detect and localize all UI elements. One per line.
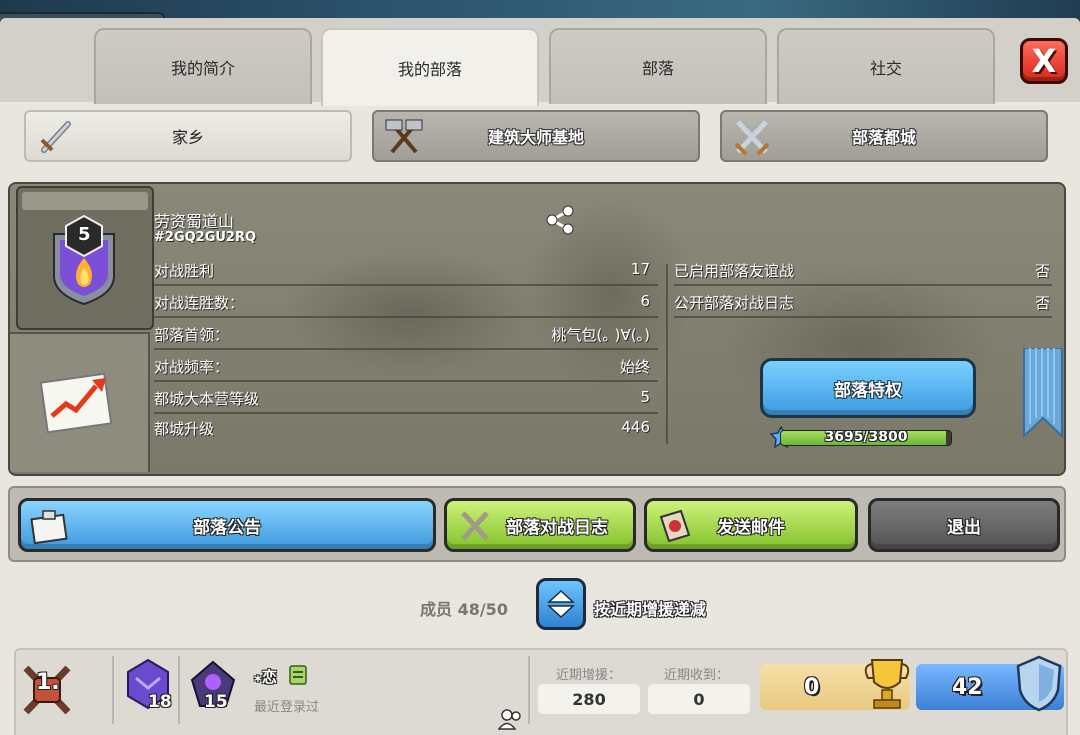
trophy-icon — [864, 659, 910, 709]
sort-toggle-button[interactable] — [536, 578, 586, 630]
stat-war-wins-label: 对战胜利 — [154, 262, 215, 280]
member-rank-badge-icon — [289, 665, 307, 685]
stat-war-wins-value: 17 — [630, 260, 650, 278]
stat-friendly-wars-value: 否 — [1034, 262, 1050, 280]
button-label: 退出 — [947, 517, 981, 538]
tab-label: 我的部落 — [397, 60, 462, 79]
stat-capital-hall-value: 5 — [640, 388, 650, 406]
share-icon[interactable] — [544, 204, 576, 236]
button-label: 部落特权 — [834, 380, 902, 401]
subtab-label: 家乡 — [171, 128, 204, 147]
member-rank: 1. — [36, 670, 60, 695]
crossed-hammers-icon — [385, 119, 423, 154]
sort-label: 按近期增援递减 — [594, 600, 707, 619]
tab-bar: 我的简介 我的部落 部落 社交 X — [0, 18, 1080, 106]
tab-my-clan[interactable]: 我的部落 — [321, 28, 539, 106]
trend-frame — [10, 332, 150, 472]
stat-public-warlog-label: 公开部落对战日志 — [674, 294, 795, 312]
close-button[interactable]: X — [1020, 38, 1068, 84]
send-mail-button[interactable]: 发送邮件 — [644, 498, 858, 552]
chart-trend-icon — [40, 372, 113, 434]
subtab-label: 建筑大师基地 — [487, 128, 584, 147]
stat-capital-upgrades-label: 都城升级 — [154, 420, 215, 438]
tab-clans[interactable]: 部落 — [549, 28, 767, 104]
subtab-home-village[interactable]: 家乡 — [24, 110, 352, 162]
member-town-hall-level: 15 — [204, 692, 228, 712]
tab-social[interactable]: 社交 — [777, 28, 995, 104]
member-row[interactable]: 1. 18 15 ⁎恋 最近登录过 近期增援： 280 近期收到： 0 0 42 — [14, 648, 1068, 735]
clan-perks-button[interactable]: 部落特权 — [760, 358, 976, 418]
stat-war-frequency-value: 始终 — [619, 358, 650, 376]
stat-leader-label: 部落首领： — [154, 326, 230, 344]
close-icon: X — [1031, 42, 1057, 80]
donations-value: 280 — [538, 684, 640, 714]
stat-war-frequency-label: 对战频率： — [154, 358, 230, 376]
note-icon — [30, 510, 68, 545]
sort-arrows-icon — [547, 589, 575, 619]
stat-capital-upgrades-value: 446 — [621, 418, 650, 436]
tab-my-profile[interactable]: 我的简介 — [94, 28, 312, 104]
clan-badge-frame: 5 — [16, 186, 154, 330]
stat-leader-value: 桃气包(｡ )∀(｡) — [551, 326, 650, 344]
clan-announcement-button[interactable]: 部落公告 — [18, 498, 436, 552]
bookmark-ribbon-icon[interactable] — [1022, 348, 1064, 438]
tab-label: 部落 — [641, 59, 674, 78]
button-label: 部落对战日志 — [506, 517, 608, 538]
member-count: 成员 48/50 — [420, 600, 508, 619]
member-exp-level: 18 — [148, 692, 172, 712]
stat-capital-hall-label: 都城大本营等级 — [154, 390, 260, 408]
donations-label: 近期增援： — [556, 668, 622, 683]
subtab-builder-base[interactable]: 建筑大师基地 — [372, 110, 700, 162]
stat-friendly-wars-label: 已启用部落友谊战 — [674, 262, 795, 280]
trophy-value: 0 — [804, 674, 820, 700]
crossed-swords-icon — [461, 511, 489, 541]
stat-win-streak-label: 对战连胜数： — [154, 294, 245, 312]
war-log-button[interactable]: 部落对战日志 — [444, 498, 636, 552]
leave-clan-button[interactable]: 退出 — [868, 498, 1060, 552]
stat-win-streak-value: 6 — [640, 292, 650, 310]
clan-tag: #2GQ2GU2RQ — [154, 230, 257, 245]
clan-level: 5 — [78, 224, 91, 245]
tab-label: 社交 — [869, 59, 902, 78]
shield-icon — [1016, 655, 1062, 712]
button-label: 发送邮件 — [717, 517, 785, 538]
clan-xp-text: 3695/3800 — [824, 430, 908, 445]
member-status: 最近登录过 — [254, 700, 320, 715]
clan-name: 劳资蜀道山 — [154, 212, 235, 231]
clan-info-box: 5 劳资蜀道山 #2GQ2GU2RQ 对战胜利 17 对战连胜数： 6 部落首领… — [8, 182, 1066, 476]
received-value: 0 — [648, 684, 750, 714]
stat-public-warlog-value: 否 — [1034, 294, 1050, 312]
crossed-swords-icon — [734, 120, 770, 156]
subtab-label: 部落都城 — [851, 128, 916, 147]
clan-panel: 我的简介 我的部落 部落 社交 X 家乡 建筑大师基地 部落都城 5 劳资蜀道山… — [0, 18, 1080, 735]
received-label: 近期收到： — [664, 668, 730, 683]
member-name: ⁎恋 — [254, 668, 277, 686]
button-label: 部落公告 — [193, 517, 261, 538]
friends-icon[interactable] — [498, 708, 524, 730]
sword-icon — [40, 121, 71, 153]
league-value: 42 — [952, 674, 983, 700]
action-button-row: 部落公告 部落对战日志 发送邮件 退出 — [8, 486, 1066, 562]
mail-icon — [659, 509, 691, 543]
subtab-clan-capital[interactable]: 部落都城 — [720, 110, 1048, 162]
tab-label: 我的简介 — [170, 59, 235, 78]
clan-xp-bar: 3695/3800 — [780, 430, 952, 446]
